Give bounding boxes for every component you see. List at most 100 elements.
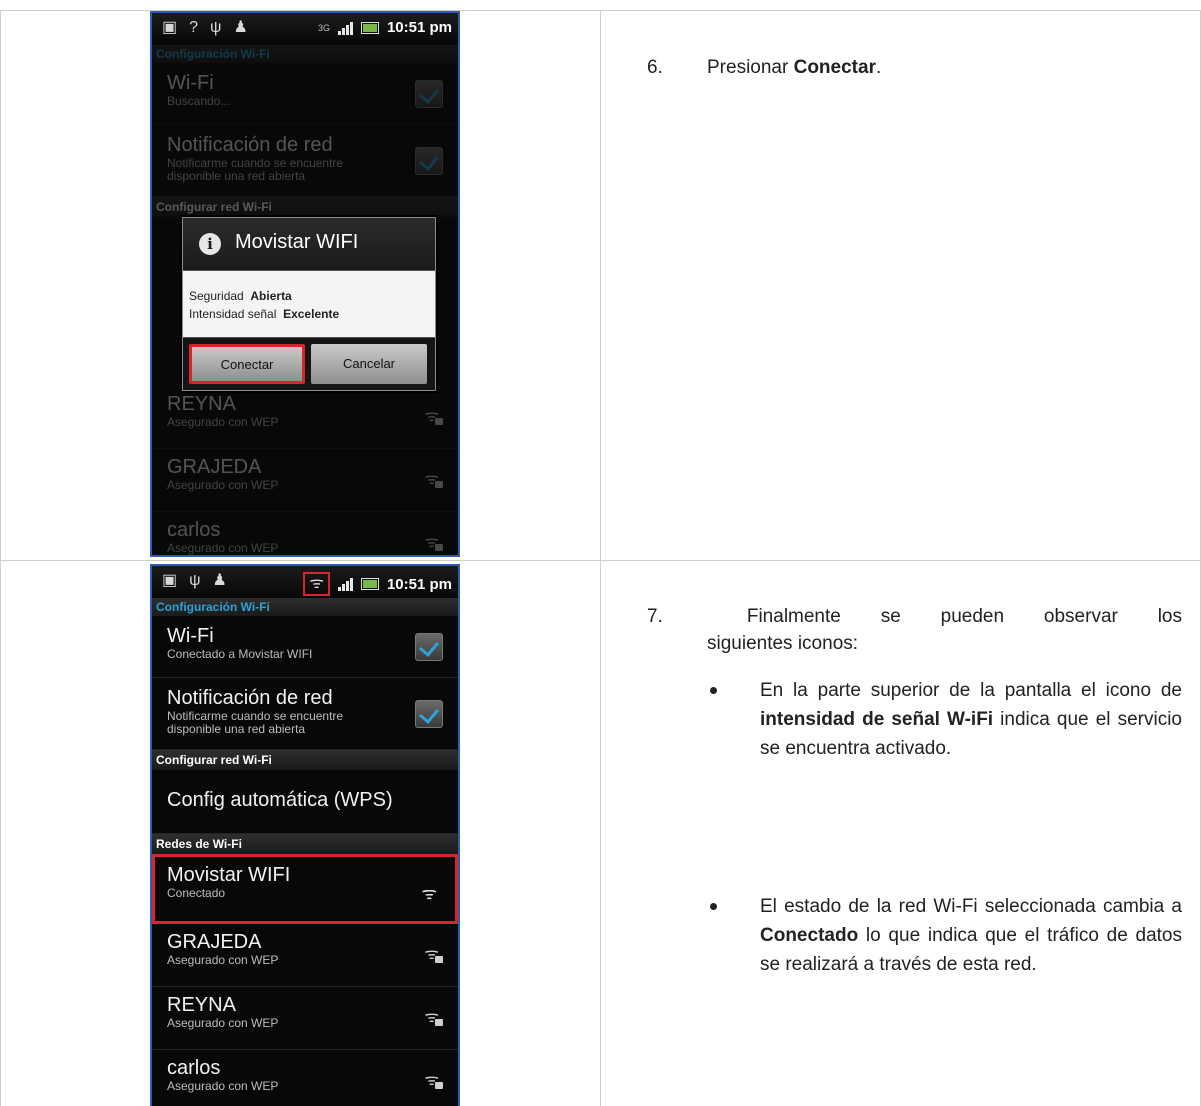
- step-word: pueden: [940, 606, 1005, 627]
- connected-network-row[interactable]: Movistar WIFI Conectado ᯤ: [152, 854, 458, 924]
- step-7-line-1: 7. Finalmente se pueden observar los: [647, 603, 1182, 630]
- briefcase-icon: ▣: [162, 19, 178, 36]
- wifi-lock-icon: ᯤ: [424, 1005, 443, 1027]
- wifi-question-icon: ?: [189, 19, 199, 36]
- config-header: Configurar red Wi-Fi: [152, 197, 458, 217]
- network-security: Asegurado con WEP: [167, 1079, 279, 1093]
- wifi-lock-icon: ᯤ: [424, 1068, 443, 1090]
- wps-label: Config automática (WPS): [167, 789, 393, 811]
- wifi-lock-icon: ᯤ: [424, 942, 443, 964]
- step-emphasis: Conectar: [793, 57, 876, 78]
- status-time: 10:51 pm: [386, 19, 452, 36]
- network-security: Asegurado con WEP: [167, 541, 279, 555]
- network-row[interactable]: carlos Asegurado con WEP ᯤ: [152, 512, 458, 555]
- wifi-signal-highlight: ᯤ: [303, 572, 330, 596]
- network-row[interactable]: REYNA Asegurado con WEP ᯤ: [152, 386, 458, 449]
- bullet-item: El estado de la red Wi-Fi seleccionada c…: [710, 892, 1182, 979]
- step-word: Finalmente: [746, 606, 841, 627]
- step-7-line-2: siguientes iconos:: [707, 633, 859, 654]
- section-title: Configuración Wi-Fi: [152, 598, 458, 616]
- network-name: GRAJEDA: [167, 931, 262, 953]
- info-icon: i: [199, 233, 221, 255]
- connect-button[interactable]: Conectar: [189, 344, 305, 384]
- signal-label: Intensidad señal: [189, 307, 277, 321]
- bullet-text: El estado de la red Wi-Fi seleccionada c…: [760, 892, 1182, 979]
- bullet-emphasis: Conectado: [760, 925, 859, 946]
- network-row[interactable]: REYNA Asegurado con WEP ᯤ: [152, 987, 458, 1050]
- usb-icon: ψ: [210, 19, 222, 36]
- notification-checkbox[interactable]: [415, 147, 443, 175]
- signal-icon: [337, 577, 353, 591]
- network-name: REYNA: [167, 994, 236, 1016]
- step-6: 6. Presionar Conectar.: [647, 57, 881, 79]
- wifi-lock-icon: ᯤ: [424, 467, 443, 489]
- network-row[interactable]: GRAJEDA Asegurado con WEP ᯤ: [152, 924, 458, 987]
- bullet-dot: [710, 903, 717, 910]
- android-icon: ♟: [212, 572, 227, 589]
- network-name: GRAJEDA: [167, 456, 262, 478]
- step-7: 7. Finalmente se pueden observar los sig…: [647, 603, 1182, 657]
- phone-screenshot-connected: ▣ ψ ♟ ᯤ 10:51 pm Configuración Wi-Fi Wi-…: [150, 564, 460, 1106]
- network-security: Asegurado con WEP: [167, 478, 279, 492]
- dialog-header: i Movistar WIFI: [183, 218, 435, 271]
- network-security: Asegurado con WEP: [167, 1016, 279, 1030]
- security-value: Abierta: [250, 289, 292, 303]
- network-name: carlos: [167, 1057, 221, 1079]
- cancel-button[interactable]: Cancelar: [311, 344, 427, 384]
- bullet-emphasis: intensidad de señal W-iFi: [760, 709, 994, 730]
- network-3g-icon: 3G: [317, 22, 330, 33]
- step-word: los: [1157, 606, 1182, 627]
- network-notification-row[interactable]: Notificación de red Notificarme cuando s…: [152, 678, 458, 750]
- table-border-divider: [600, 10, 601, 1106]
- dialog-title: Movistar WIFI: [235, 231, 359, 253]
- step-text: Presionar: [707, 57, 794, 78]
- step-word: se: [880, 606, 901, 627]
- phone-screenshot-connect-dialog: ▣ ? ψ ♟ 3G 10:51 pm Configuración Wi-Fi …: [150, 11, 460, 557]
- dialog-body: Seguridad Abierta Intensidad señal Excel…: [183, 271, 435, 337]
- bullet-item: En la parte superior de la pantalla el i…: [710, 676, 1182, 763]
- battery-icon: [360, 578, 379, 590]
- network-security: Asegurado con WEP: [167, 415, 279, 429]
- battery-icon: [360, 21, 379, 34]
- network-row[interactable]: carlos Asegurado con WEP ᯤ: [152, 1050, 458, 1100]
- wifi-icon: ᯤ: [421, 884, 437, 903]
- bullet-text-part: El estado de la red Wi-Fi seleccionada c…: [760, 896, 1182, 917]
- network-security: Asegurado con WEP: [167, 953, 279, 967]
- network-row[interactable]: GRAJEDA Asegurado con WEP ᯤ: [152, 449, 458, 512]
- signal-value: Excelente: [283, 307, 340, 321]
- networks-header: Redes de Wi-Fi: [152, 834, 458, 854]
- wifi-lock-icon: ᯤ: [424, 404, 443, 426]
- wifi-signal-icon: ᯤ: [309, 575, 324, 592]
- wps-row[interactable]: Config automática (WPS): [152, 770, 458, 834]
- wifi-toggle-row[interactable]: Wi-Fi Conectado a Movistar WIFI: [152, 616, 458, 678]
- section-title: Configuración Wi-Fi: [152, 45, 458, 63]
- network-notification-row[interactable]: Notificación de red Notificarme cuando s…: [152, 125, 458, 197]
- table-border-left: [0, 10, 1, 1106]
- wifi-checkbox[interactable]: [415, 80, 443, 108]
- status-bar: ▣ ψ ♟ ᯤ 10:51 pm: [152, 566, 458, 598]
- status-bar: ▣ ? ψ ♟ 3G 10:51 pm: [152, 13, 458, 45]
- network-name: carlos: [167, 519, 221, 541]
- wifi-toggle-row[interactable]: Wi-Fi Buscando...: [152, 63, 458, 125]
- bullet-text: En la parte superior de la pantalla el i…: [760, 676, 1182, 763]
- network-dialog: i Movistar WIFI Seguridad Abierta Intens…: [182, 217, 436, 391]
- usb-icon: ψ: [189, 572, 201, 589]
- config-header: Configurar red Wi-Fi: [152, 750, 458, 770]
- status-time: 10:51 pm: [386, 575, 452, 593]
- bullet-text-part: En la parte superior de la pantalla el i…: [760, 680, 1182, 701]
- step-word: observar: [1043, 606, 1118, 627]
- network-name: Movistar WIFI: [167, 864, 291, 886]
- step-text-end: .: [875, 57, 882, 78]
- bullet-dot: [710, 687, 717, 694]
- wifi-checkbox[interactable]: [415, 633, 443, 661]
- step-number: 6.: [647, 57, 663, 78]
- dialog-buttons: Conectar Cancelar: [183, 337, 435, 390]
- security-label: Seguridad: [189, 289, 244, 303]
- network-status: Conectado: [167, 886, 226, 900]
- android-icon: ♟: [233, 19, 248, 36]
- step-number: 7.: [647, 606, 663, 627]
- network-name: REYNA: [167, 393, 236, 415]
- notification-checkbox[interactable]: [415, 700, 443, 728]
- signal-icon: [337, 21, 353, 35]
- briefcase-icon: ▣: [162, 572, 178, 589]
